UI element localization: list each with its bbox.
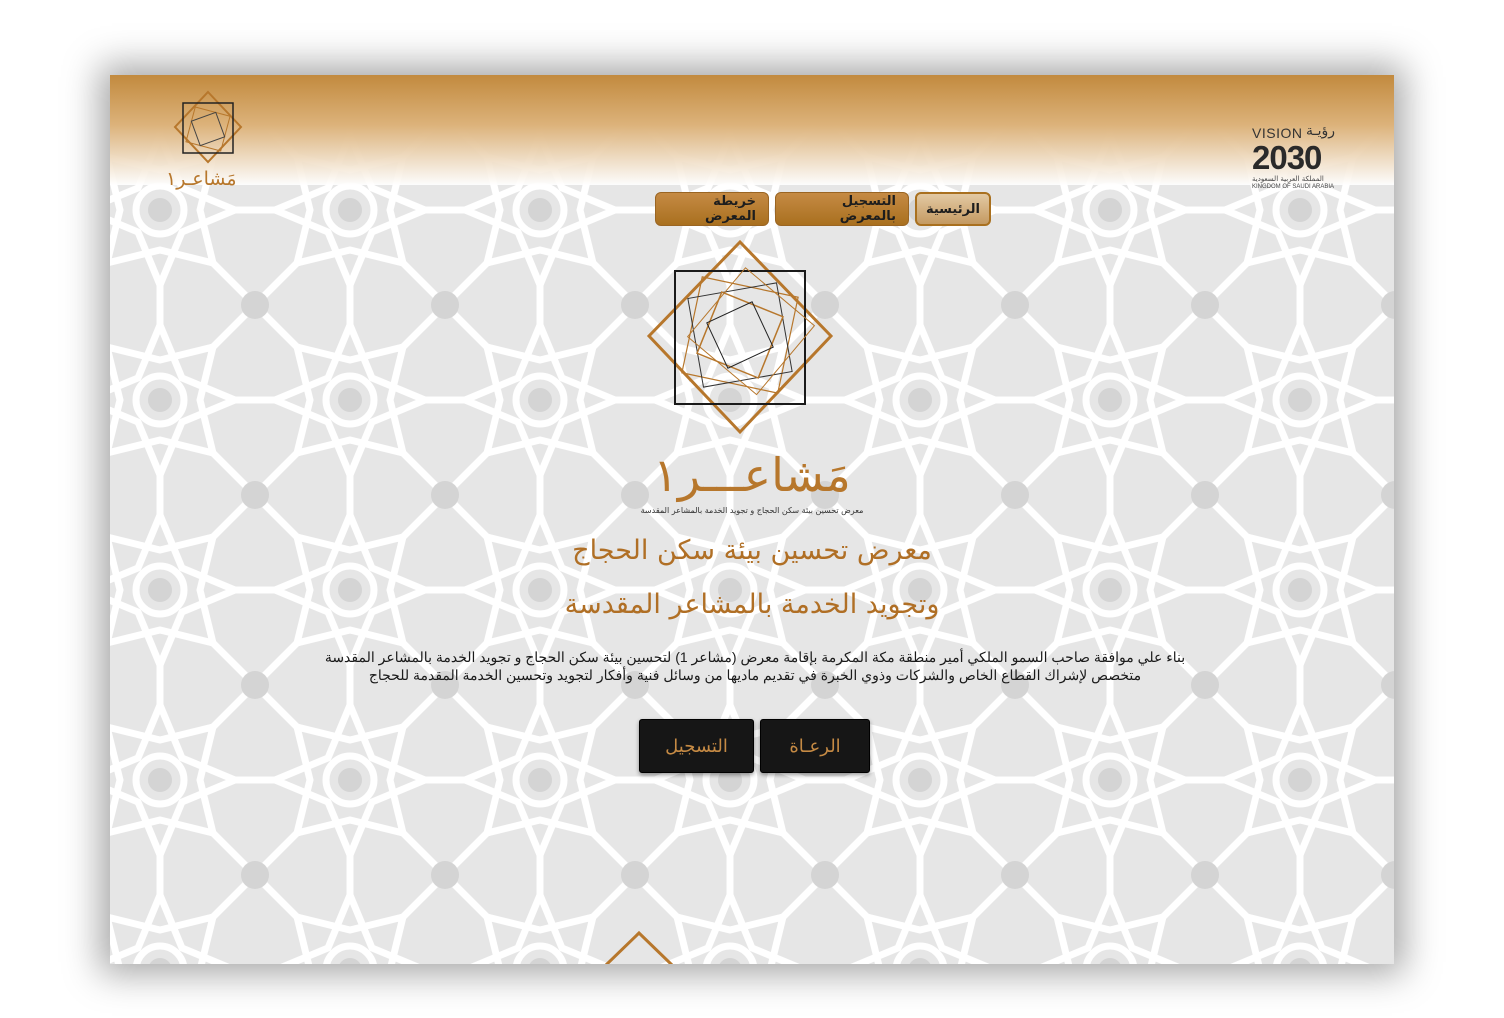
brand-name: مَشاعـــر١ — [653, 448, 851, 502]
nav-home-button[interactable]: الرئيسية — [915, 192, 991, 226]
cta-group: الرعـاة التسجيل — [639, 719, 870, 773]
hero-title-line-2: وتجويد الخدمة بالمشاعر المقدسة — [564, 589, 940, 620]
small-brand-logo-text: مَشاعـر١ — [166, 168, 237, 190]
vision-2030-logo: VISION رؤيـة 2030 المملكة العربية السعود… — [1244, 123, 1354, 195]
hero-description-line-2: متخصص لإشراك القطاع الخاص والشركات وذوي … — [368, 667, 1142, 683]
hero-brand-logo-icon — [646, 239, 834, 435]
brand-tagline: معرض تحسين بيئة سكن الحجاج و تجويد الخدم… — [640, 506, 864, 515]
nav-register-exhibition-button[interactable]: التسجيل بالمعرض — [775, 192, 909, 226]
header-bar — [110, 75, 1394, 185]
vision-country-arabic: المملكة العربية السعودية — [1252, 175, 1324, 183]
hero-description: بناء علي موافقة صاحب السمو الملكي أمير م… — [320, 648, 1190, 684]
hero-title-line-1: معرض تحسين بيئة سكن الحجاج — [572, 535, 932, 566]
vision-year: 2030 — [1252, 139, 1322, 176]
nav-exhibition-map-button[interactable]: خريطة المعرض — [655, 192, 769, 226]
page-frame: مَشاعـر١ VISION رؤيـة 2030 المملكة العرب… — [110, 75, 1394, 964]
vision-country-english: KINGDOM OF SAUDI ARABIA — [1252, 184, 1335, 190]
hero-description-line-1: بناء علي موافقة صاحب السمو الملكي أمير م… — [324, 649, 1186, 665]
register-button[interactable]: التسجيل — [639, 719, 754, 773]
bottom-diamond-icon — [604, 930, 674, 964]
sponsors-button[interactable]: الرعـاة — [760, 719, 870, 773]
vision-arabic-word: رؤيـة — [1306, 123, 1336, 139]
main-nav: الرئيسية التسجيل بالمعرض خريطة المعرض — [655, 192, 991, 226]
